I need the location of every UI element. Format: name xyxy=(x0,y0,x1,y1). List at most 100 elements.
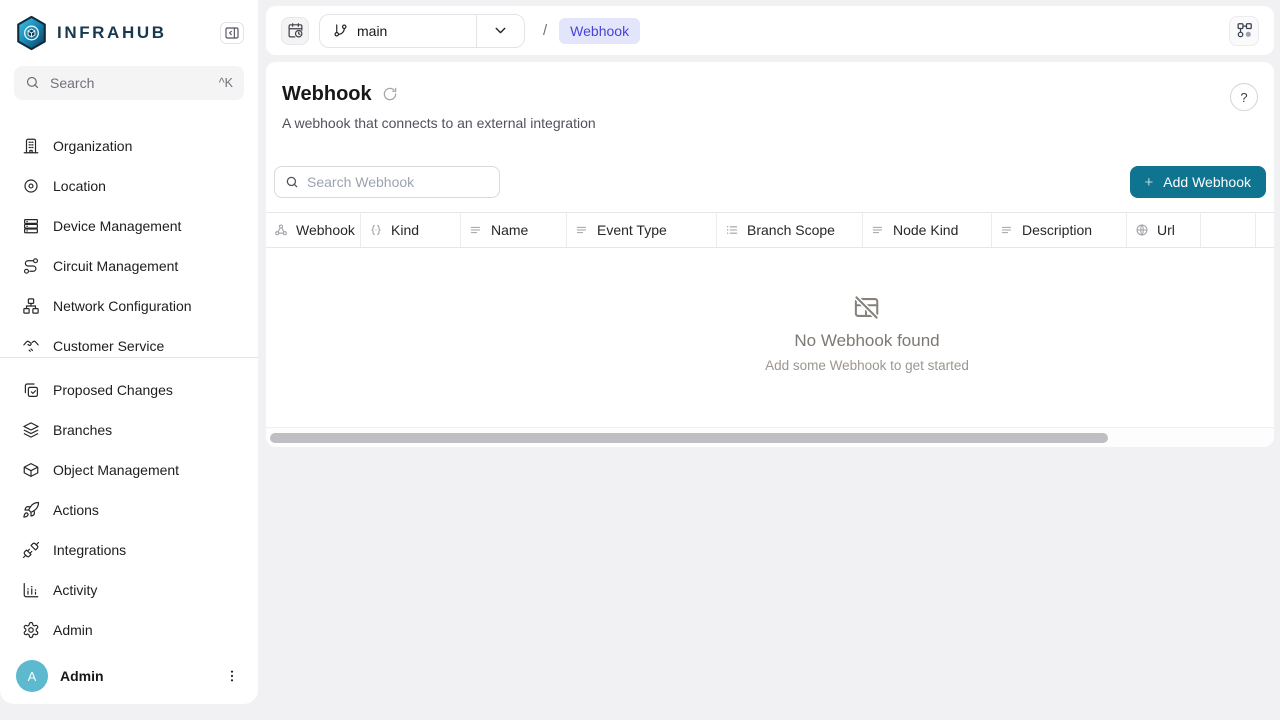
horizontal-scrollbar-thumb[interactable] xyxy=(270,433,1108,443)
branch-selector[interactable]: main xyxy=(319,14,525,48)
server-rack-icon xyxy=(22,217,40,235)
workflow-button[interactable] xyxy=(1229,16,1259,46)
location-icon xyxy=(22,177,40,195)
sidebar-item-activity[interactable]: Activity xyxy=(10,570,248,610)
nav-label: Activity xyxy=(53,582,97,598)
brand-name: INFRAHUB xyxy=(57,23,167,43)
panel-collapse-icon xyxy=(224,25,240,41)
nav-label: Actions xyxy=(53,502,99,518)
sidebar-item-actions[interactable]: Actions xyxy=(10,490,248,530)
workflow-icon xyxy=(1235,21,1254,40)
column-header-kind[interactable]: Kind xyxy=(361,213,461,247)
sidebar-schema-nav: Organization Location Device Management xyxy=(0,126,258,357)
handshake-icon xyxy=(22,337,40,355)
braces-icon xyxy=(369,223,383,237)
sidebar-app-nav: Proposed Changes Branches Object Managem… xyxy=(0,358,258,650)
column-label: Url xyxy=(1157,222,1175,238)
chevron-down-icon xyxy=(492,22,509,39)
sidebar-item-circuit-management[interactable]: Circuit Management xyxy=(10,246,248,286)
column-header-fill xyxy=(1256,213,1274,247)
sidebar-header: INFRAHUB xyxy=(0,0,258,51)
kebab-menu-icon[interactable] xyxy=(222,664,242,688)
nav-label: Location xyxy=(53,178,106,194)
nav-label: Organization xyxy=(53,138,132,154)
column-header-webhook[interactable]: Webhook xyxy=(266,213,361,247)
webhook-search-input[interactable] xyxy=(307,174,489,190)
sidebar-item-network-configuration[interactable]: Network Configuration xyxy=(10,286,248,326)
column-label: Kind xyxy=(391,222,419,238)
page-subtitle: A webhook that connects to an external i… xyxy=(282,114,1258,132)
copy-diff-icon xyxy=(22,381,40,399)
column-label: Webhook xyxy=(296,222,355,238)
nav-label: Branches xyxy=(53,422,112,438)
column-header-url[interactable]: Url xyxy=(1127,213,1201,247)
plus-icon: + xyxy=(1145,174,1154,191)
table-header-row: Webhook Kind Name xyxy=(266,212,1274,248)
sidebar-item-proposed-changes[interactable]: Proposed Changes xyxy=(10,370,248,410)
text-lines-icon xyxy=(871,223,885,237)
infrahub-hexagon-icon xyxy=(15,15,48,51)
plug-icon xyxy=(22,541,40,559)
breadcrumb-separator: / xyxy=(543,22,547,39)
column-header-spacer xyxy=(1201,213,1256,247)
toolbar: + Add Webhook xyxy=(266,166,1274,198)
nav-label: Object Management xyxy=(53,462,179,478)
search-placeholder-text: Search xyxy=(50,75,94,91)
layers-icon xyxy=(22,421,40,439)
empty-state-title: No Webhook found xyxy=(765,331,969,351)
add-webhook-label: Add Webhook xyxy=(1163,174,1251,190)
refresh-icon[interactable] xyxy=(382,86,398,102)
global-search[interactable]: Search ^K xyxy=(14,66,244,100)
help-button[interactable]: ? xyxy=(1230,83,1258,111)
branch-name: main xyxy=(357,23,387,39)
text-lines-icon xyxy=(1000,223,1014,237)
list-icon xyxy=(725,223,739,237)
table-off-icon xyxy=(765,294,969,321)
calendar-clock-icon xyxy=(287,22,304,39)
search-icon xyxy=(285,175,299,189)
nav-label: Proposed Changes xyxy=(53,382,173,398)
user-name: Admin xyxy=(60,668,104,684)
add-webhook-button[interactable]: + Add Webhook xyxy=(1130,166,1266,198)
empty-state: No Webhook found Add some Webhook to get… xyxy=(765,294,969,373)
column-label: Branch Scope xyxy=(747,222,835,238)
column-header-description[interactable]: Description xyxy=(992,213,1127,247)
sidebar-item-customer-service[interactable]: Customer Service xyxy=(10,326,248,357)
page-header: Webhook A webhook that connects to an ex… xyxy=(266,62,1274,132)
column-header-branch-scope[interactable]: Branch Scope xyxy=(717,213,863,247)
sidebar-item-object-management[interactable]: Object Management xyxy=(10,450,248,490)
rocket-icon xyxy=(22,501,40,519)
branch-selector-caret[interactable] xyxy=(476,15,524,47)
horizontal-scrollbar xyxy=(266,427,1274,447)
text-lines-icon xyxy=(469,223,483,237)
sidebar-item-branches[interactable]: Branches xyxy=(10,410,248,450)
sidebar-item-location[interactable]: Location xyxy=(10,166,248,206)
sidebar-item-organization[interactable]: Organization xyxy=(10,126,248,166)
sidebar-item-integrations[interactable]: Integrations xyxy=(10,530,248,570)
building-icon xyxy=(22,137,40,155)
time-travel-button[interactable] xyxy=(281,17,309,45)
webhook-search-box xyxy=(274,166,500,198)
topbar: main / Webhook xyxy=(266,6,1274,55)
breadcrumb-webhook[interactable]: Webhook xyxy=(559,18,640,44)
column-header-name[interactable]: Name xyxy=(461,213,567,247)
sidebar: INFRAHUB Search ^K Org xyxy=(0,0,258,704)
table-body: No Webhook found Add some Webhook to get… xyxy=(266,248,1274,427)
nav-label: Admin xyxy=(53,622,93,638)
column-header-event-type[interactable]: Event Type xyxy=(567,213,717,247)
sidebar-item-admin[interactable]: Admin xyxy=(10,610,248,650)
column-label: Event Type xyxy=(597,222,667,238)
sidebar-item-device-management[interactable]: Device Management xyxy=(10,206,248,246)
avatar: A xyxy=(16,660,48,692)
nav-label: Network Configuration xyxy=(53,298,192,314)
sidebar-collapse-button[interactable] xyxy=(220,22,244,44)
git-branch-icon xyxy=(333,23,348,38)
search-shortcut: ^K xyxy=(219,76,233,90)
brand-logo[interactable]: INFRAHUB xyxy=(15,15,167,51)
column-label: Node Kind xyxy=(893,222,958,238)
user-menu[interactable]: A Admin xyxy=(0,650,258,704)
nav-label: Device Management xyxy=(53,218,181,234)
branch-selector-value[interactable]: main xyxy=(320,15,476,47)
column-header-node-kind[interactable]: Node Kind xyxy=(863,213,992,247)
column-label: Name xyxy=(491,222,528,238)
